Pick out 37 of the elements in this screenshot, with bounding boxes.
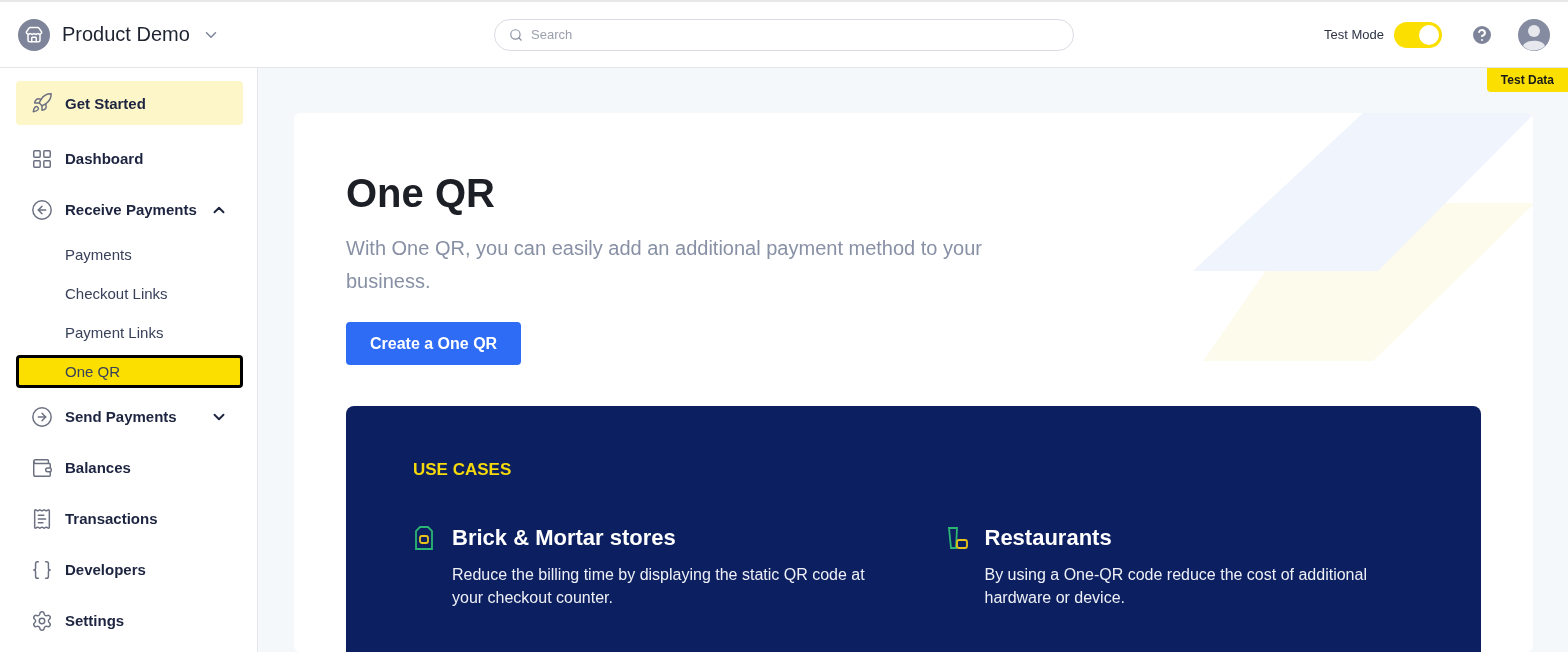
search-field[interactable]: Search (494, 18, 1074, 51)
use-case-text: By using a One-QR code reduce the cost of additional hardware or device. (984, 565, 1368, 608)
cup-icon (945, 525, 970, 551)
create-button[interactable]: Create a One QR (346, 322, 522, 365)
sidebar-item[interactable]: Settings (16, 595, 243, 646)
search-icon (509, 27, 523, 42)
sidebar-item[interactable]: Send Payments (16, 391, 243, 442)
sidebar-subitem[interactable]: One QR (16, 355, 243, 388)
wallet-icon (31, 456, 53, 479)
receipt-icon (31, 507, 53, 530)
page-title: One QR (346, 171, 496, 216)
sidebar-item[interactable]: Get Started (16, 81, 243, 125)
sidebar-item[interactable]: Dashboard (16, 133, 243, 184)
use-case-text: Reduce the billing time by displaying the static QR code at your checkout counter. (452, 565, 866, 608)
sidebar-item[interactable]: Balances (16, 442, 243, 493)
sidebar-item[interactable]: Receive Payments (16, 184, 243, 235)
sidebar-subitem[interactable]: Checkout Links (16, 277, 243, 310)
use-case-title: Brick & Mortar stores (452, 525, 677, 551)
grid-icon (31, 147, 53, 170)
braces-icon (31, 558, 53, 581)
arrow-right-circle-icon (31, 405, 53, 428)
avatar-icon[interactable] (1518, 18, 1550, 51)
rocket-icon (31, 92, 53, 114)
gear-icon (31, 609, 53, 632)
sidebar-subitem[interactable]: Payments (16, 238, 243, 271)
arrow-left-circle-icon (31, 198, 53, 221)
test-mode-toggle[interactable] (1394, 21, 1442, 48)
test-data-badge: Test Data (1486, 68, 1568, 92)
use-case-title: Restaurants (984, 525, 1113, 551)
sidebar-item[interactable]: Transactions (16, 493, 243, 544)
store-logo-icon (18, 18, 50, 51)
sidebar-item[interactable]: Developers (16, 544, 243, 595)
sidebar-subitem[interactable]: Payment Links (16, 316, 243, 349)
page-description: With One QR, you can easily add an additional payment method to your business. (346, 236, 983, 294)
workspace-name[interactable]: Product Demo (62, 23, 190, 46)
test-mode-label: Test Mode (1324, 27, 1384, 42)
section-heading: USE CASES (413, 460, 513, 480)
